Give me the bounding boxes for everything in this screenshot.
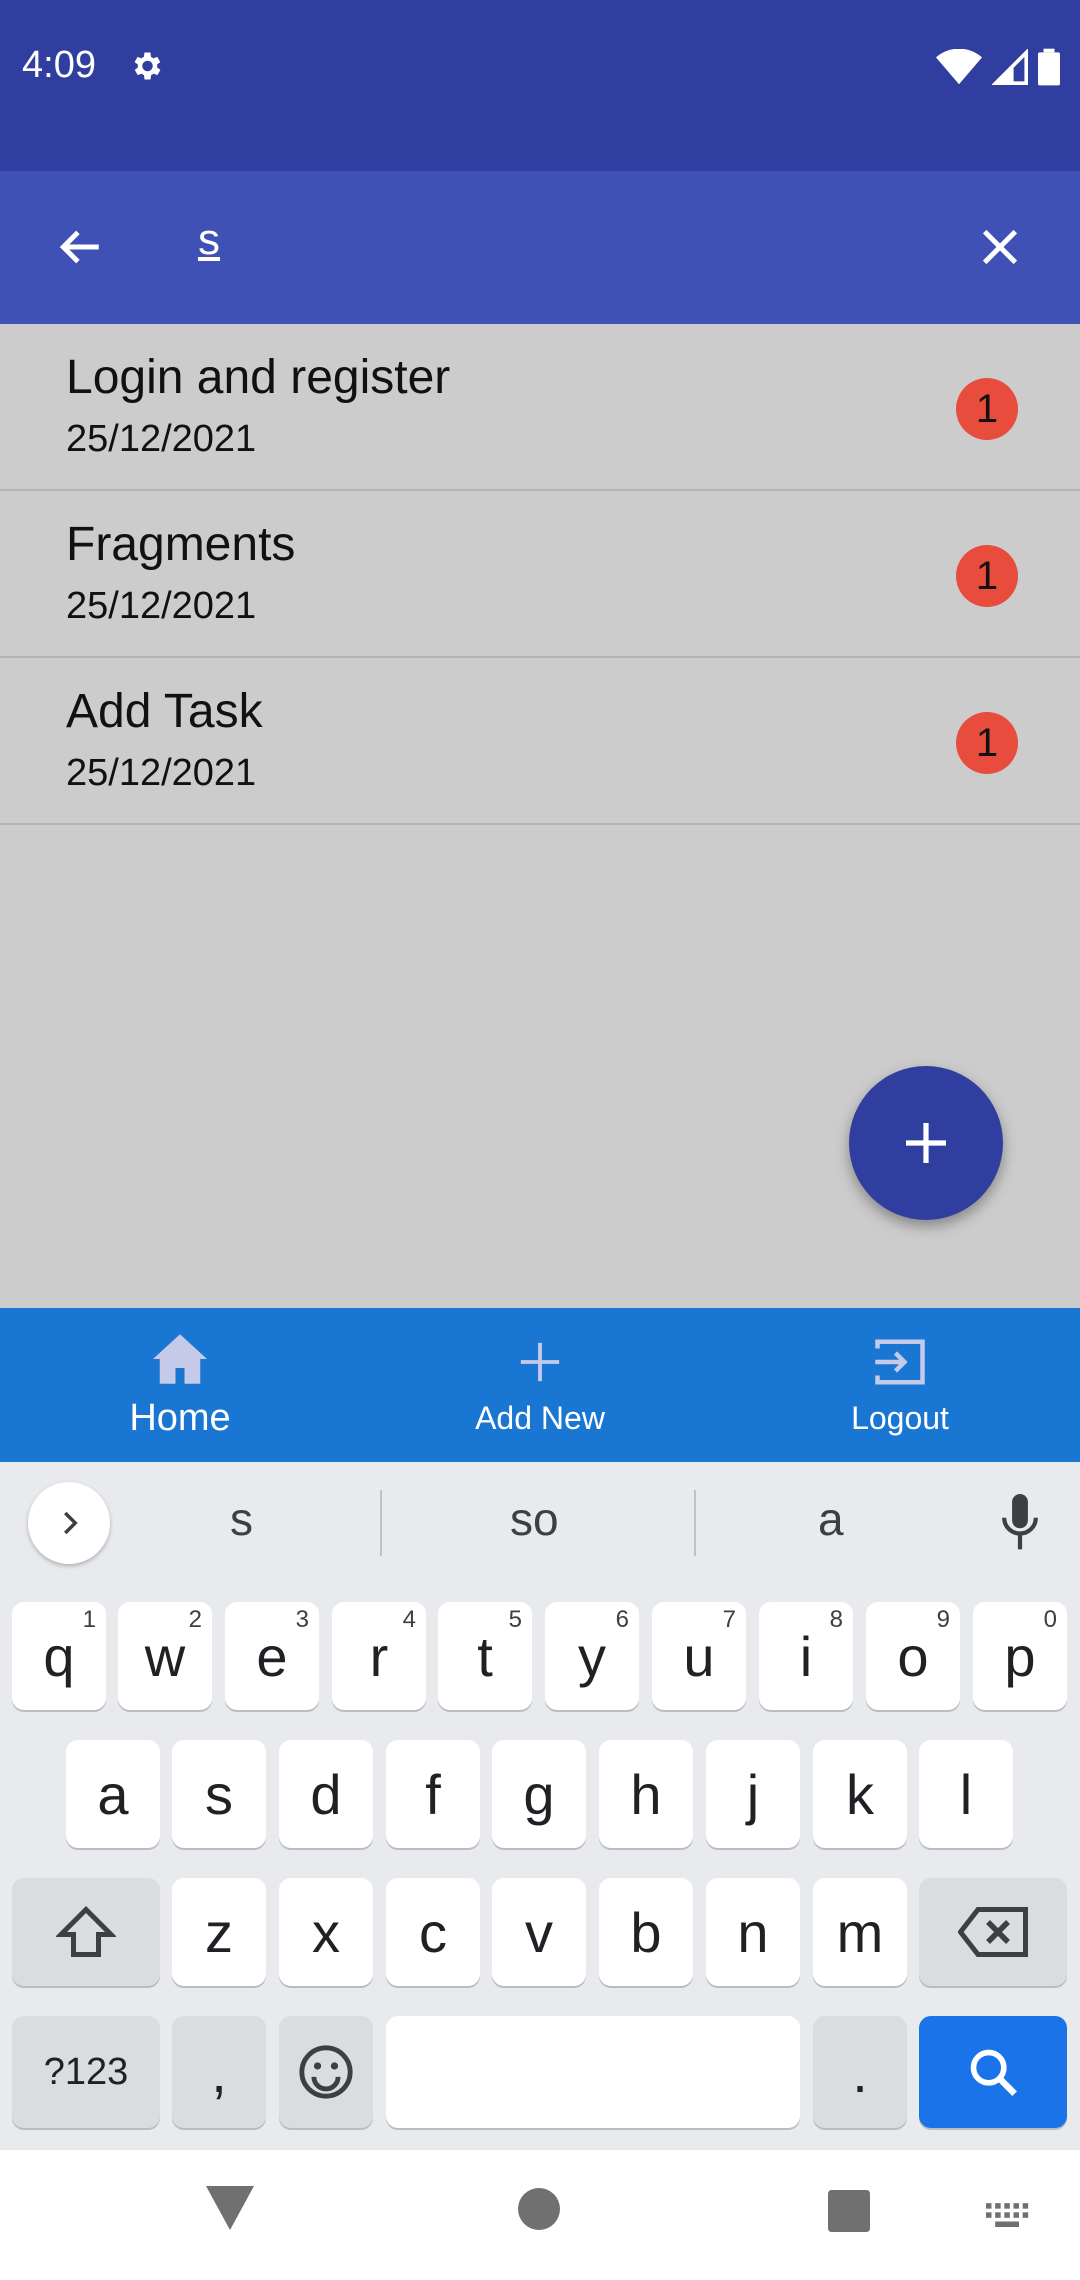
shift-key[interactable] [12,1878,160,1986]
key-i[interactable]: i8 [759,1602,853,1710]
key-j[interactable]: j [706,1740,800,1848]
suggestion-divider [380,1490,382,1556]
wifi-icon [936,49,982,85]
logout-icon [875,1339,925,1384]
emoji-key[interactable] [279,2016,373,2128]
search-icon [970,2049,1017,2096]
suggestion-bar: s so a [0,1462,1080,1584]
key-n[interactable]: n [706,1878,800,1986]
key-b[interactable]: b [599,1878,693,1986]
shift-arrow-icon [56,1905,116,1957]
key-s[interactable]: s [172,1740,266,1848]
status-time: 4:09 [22,44,96,86]
key-v[interactable]: v [492,1878,586,1986]
key-e[interactable]: e3 [225,1602,319,1710]
settings-gear-icon [134,52,161,80]
task-title: Fragments [66,518,296,571]
key-g[interactable]: g [492,1740,586,1848]
key-z[interactable]: z [172,1878,266,1986]
suggestion-divider [694,1490,696,1556]
key-h[interactable]: h [599,1740,693,1848]
system-navigation-bar [0,2150,1080,2280]
search-app-bar: s [0,171,1080,324]
key-d[interactable]: d [279,1740,373,1848]
key-p[interactable]: p0 [973,1602,1067,1710]
key-t[interactable]: t5 [438,1602,532,1710]
nav-logout-label: Logout [851,1399,949,1436]
search-input[interactable]: s [198,215,220,265]
count-badge: 1 [956,545,1018,607]
key-o[interactable]: o9 [866,1602,960,1710]
comma-key[interactable]: , [172,2016,266,2128]
count-badge: 1 [956,712,1018,774]
nav-logout[interactable]: Logout [720,1308,1080,1462]
emoji-smiley-icon [299,2045,353,2099]
key-r[interactable]: r4 [332,1602,426,1710]
key-c[interactable]: c [386,1878,480,1986]
list-item[interactable]: Fragments 25/12/2021 1 [0,491,1080,658]
voice-input-button[interactable] [990,1490,1050,1556]
keyboard-menu-button[interactable] [28,1482,110,1564]
nav-home-circle-icon[interactable] [518,2188,560,2230]
task-date: 25/12/2021 [66,752,257,794]
space-key[interactable] [386,2016,800,2128]
task-date: 25/12/2021 [66,418,257,460]
task-title: Login and register [66,351,451,404]
home-icon [153,1333,207,1384]
bottom-navigation: Home Add New Logout [0,1308,1080,1462]
chevron-right-icon [64,1511,78,1535]
key-q[interactable]: q1 [12,1602,106,1710]
key-m[interactable]: m [813,1878,907,1986]
close-icon [982,229,1018,265]
nav-add-new[interactable]: Add New [360,1308,720,1462]
arrow-back-icon [59,230,99,264]
nav-back-triangle-icon[interactable] [206,2186,254,2230]
count-badge: 1 [956,378,1018,440]
plus-icon [520,1342,560,1381]
nav-home-label: Home [129,1396,231,1439]
microphone-icon [1002,1494,1038,1550]
clear-search-button[interactable] [960,207,1040,287]
backspace-key[interactable] [919,1878,1067,1986]
period-key[interactable]: . [813,2016,907,2128]
soft-keyboard: s so a q1 w2 e3 r4 t5 y6 u7 i8 o9 p0 a s… [0,1462,1080,2150]
key-l[interactable]: l [919,1740,1013,1848]
status-icons [936,48,1060,86]
task-list: Login and register 25/12/2021 1 Fragment… [0,324,1080,825]
key-x[interactable]: x [279,1878,373,1986]
list-item[interactable]: Login and register 25/12/2021 1 [0,324,1080,491]
battery-icon [1038,48,1060,86]
key-w[interactable]: w2 [118,1602,212,1710]
backspace-icon [958,1907,1028,1957]
add-task-fab[interactable] [849,1066,1003,1220]
suggestion-item[interactable]: so [510,1492,559,1546]
key-k[interactable]: k [813,1740,907,1848]
symbols-key[interactable]: ?123 [12,2016,160,2128]
nav-recents-square-icon[interactable] [828,2190,870,2232]
suggestion-item[interactable]: s [230,1492,253,1546]
key-a[interactable]: a [66,1740,160,1848]
nav-home[interactable]: Home [0,1308,360,1462]
key-u[interactable]: u7 [652,1602,746,1710]
plus-icon [906,1123,946,1163]
keyboard-switch-icon[interactable] [986,2202,1030,2230]
cell-signal-icon [992,49,1028,85]
status-bar: 4:09 [0,0,1080,171]
list-item[interactable]: Add Task 25/12/2021 1 [0,658,1080,825]
suggestion-item[interactable]: a [818,1492,844,1546]
task-date: 25/12/2021 [66,585,257,627]
back-button[interactable] [40,207,120,287]
search-key[interactable] [919,2016,1067,2128]
task-title: Add Task [66,685,263,738]
nav-add-new-label: Add New [475,1399,605,1436]
key-y[interactable]: y6 [545,1602,639,1710]
key-f[interactable]: f [386,1740,480,1848]
